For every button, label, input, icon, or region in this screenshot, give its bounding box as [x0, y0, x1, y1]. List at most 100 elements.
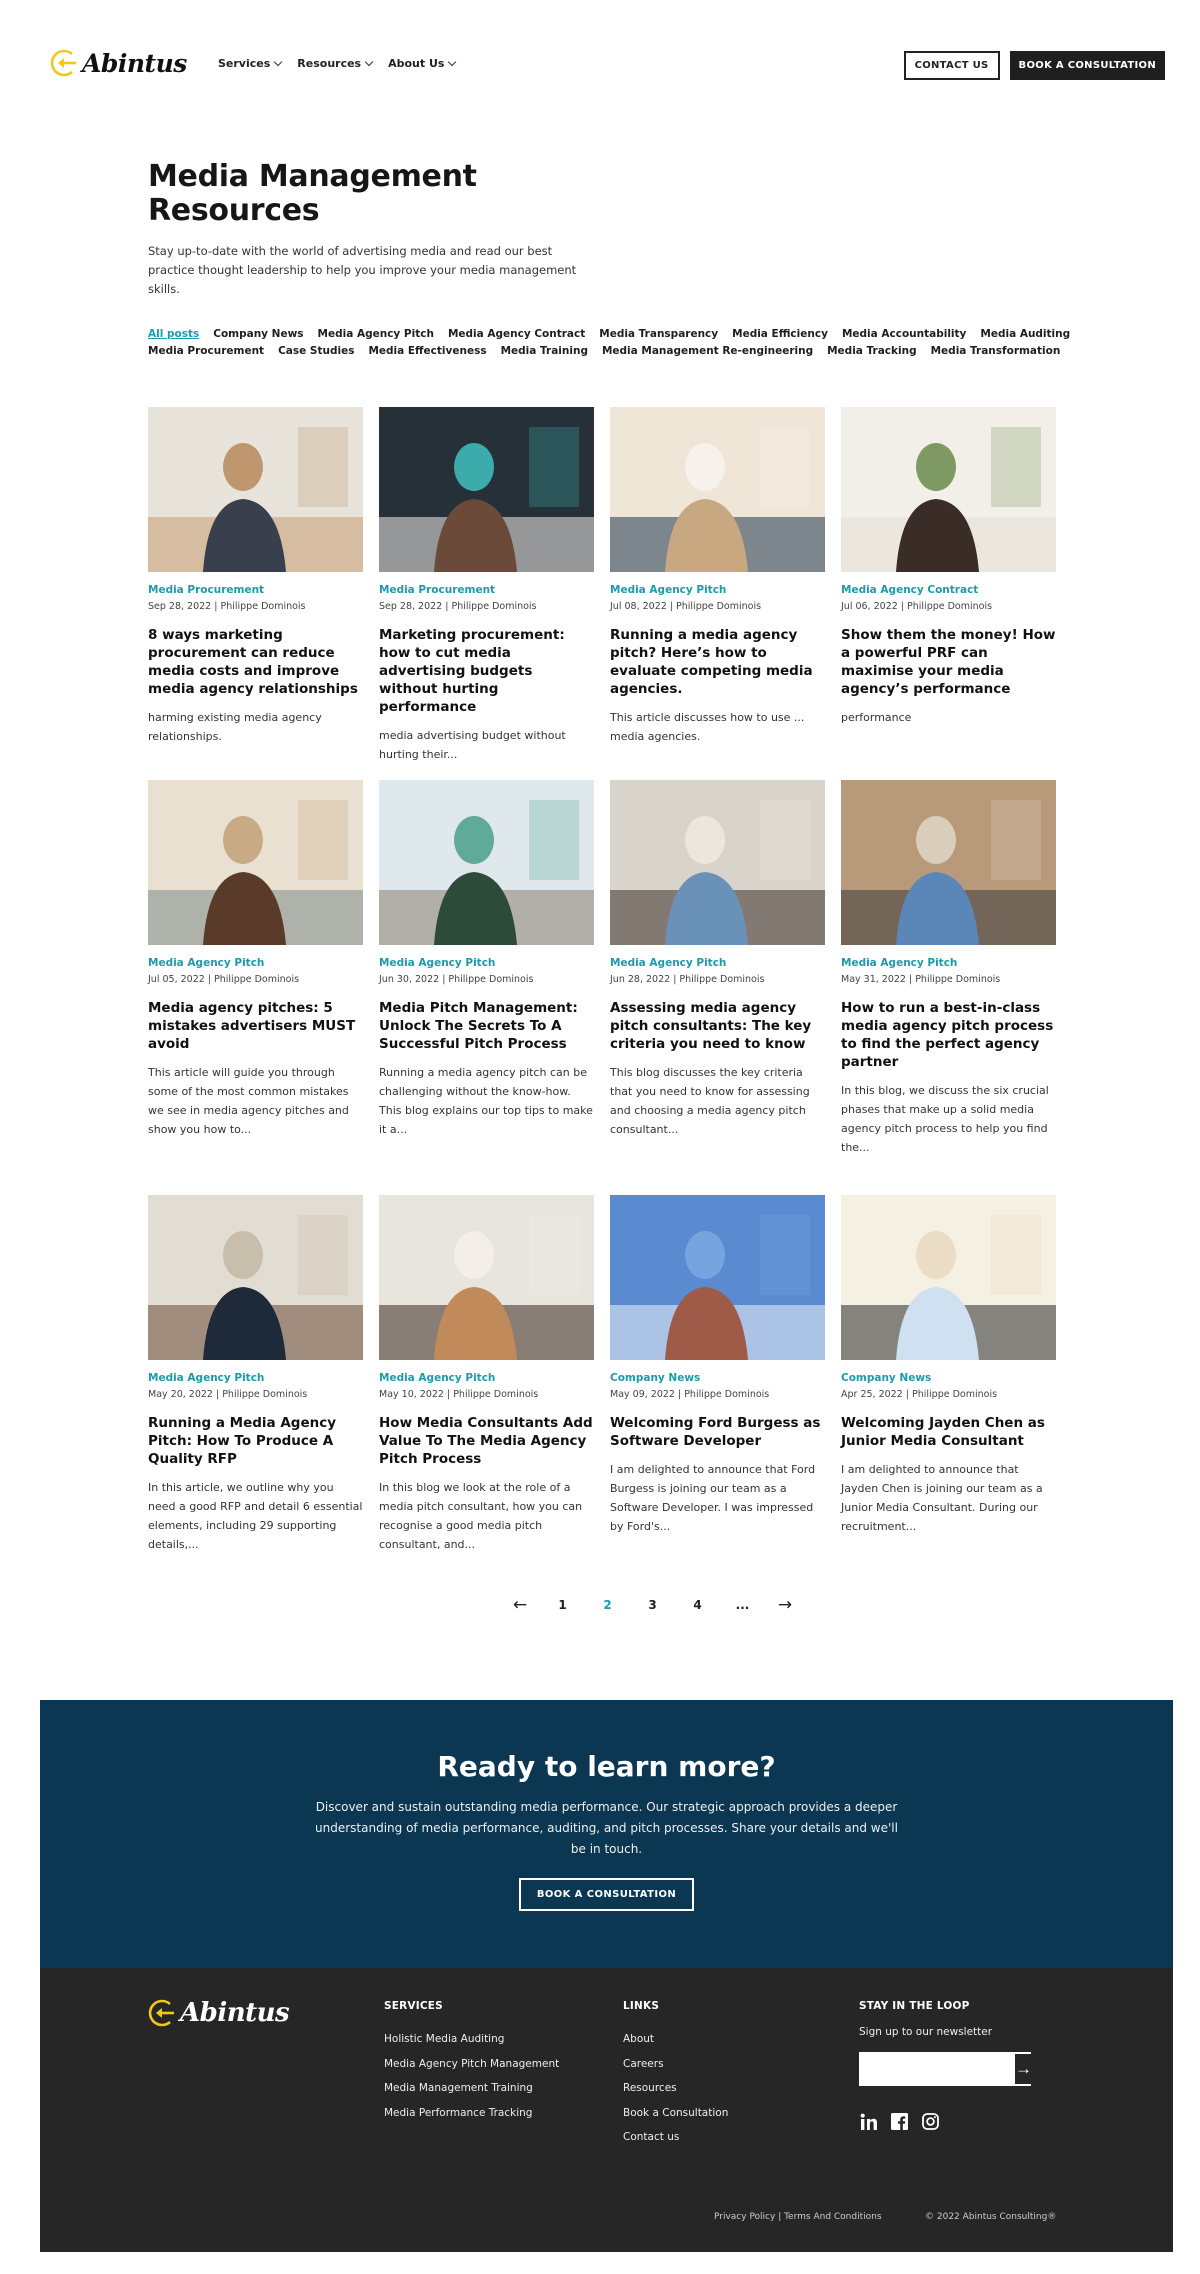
- post-meta: May 10, 2022 | Philippe Dominois: [379, 1389, 539, 1400]
- post-card[interactable]: Media Procurement Sep 28, 2022 | Philippe…: [379, 407, 594, 764]
- arrow-right-icon: →: [1015, 2059, 1032, 2078]
- post-category[interactable]: Media Agency Pitch: [379, 957, 594, 969]
- post-thumbnail-woman-at-laptop[interactable]: [379, 407, 594, 572]
- footer-service-link[interactable]: Media Agency Pitch Management: [384, 2052, 559, 2077]
- filter-media-tracking[interactable]: Media Tracking: [827, 344, 917, 359]
- footer-link[interactable]: Contact us: [623, 2125, 728, 2150]
- post-thumbnail-hands-on-tablets[interactable]: [610, 407, 825, 572]
- filter-media-auditing[interactable]: Media Auditing: [980, 327, 1070, 342]
- footer-service-link[interactable]: Holistic Media Auditing: [384, 2027, 559, 2052]
- cta-title: Ready to learn more?: [437, 1750, 776, 1783]
- post-title[interactable]: Welcoming Ford Burgess as Software Devel…: [610, 1414, 825, 1450]
- post-category[interactable]: Media Agency Pitch: [148, 1372, 363, 1384]
- nav-services[interactable]: Services: [218, 57, 283, 70]
- post-thumbnail-woman-typing-laptop[interactable]: [148, 1195, 363, 1360]
- filter-media-procurement[interactable]: Media Procurement: [148, 344, 264, 359]
- newsletter-email-input[interactable]: [861, 2054, 1015, 2084]
- newsletter-submit-button[interactable]: →: [1015, 2054, 1032, 2084]
- logo[interactable]: Abintus: [50, 48, 187, 78]
- post-title[interactable]: Welcoming Jayden Chen as Junior Media Co…: [841, 1414, 1056, 1450]
- footer-link[interactable]: About: [623, 2027, 728, 2052]
- cta-banner: Ready to learn more? Discover and sustai…: [40, 1700, 1173, 1968]
- legal-links[interactable]: Privacy Policy | Terms And Conditions: [714, 2212, 882, 2222]
- filter-media-training[interactable]: Media Training: [501, 344, 588, 359]
- footer-service-link[interactable]: Media Management Training: [384, 2076, 559, 2101]
- contact-us-button[interactable]: CONTACT US: [903, 51, 1000, 80]
- post-thumbnail-portrait-jayden-chen[interactable]: [841, 1195, 1056, 1360]
- post-title[interactable]: How Media Consultants Add Value To The M…: [379, 1414, 594, 1468]
- post-category[interactable]: Company News: [610, 1372, 825, 1384]
- footer-logo[interactable]: Abintus: [148, 1998, 290, 2028]
- post-title[interactable]: Media agency pitches: 5 mistakes adverti…: [148, 999, 363, 1053]
- post-category[interactable]: Media Agency Contract: [841, 584, 1056, 596]
- chevron-down-icon: [364, 57, 374, 67]
- post-card[interactable]: Company News Apr 25, 2022 | Philippe Domi…: [841, 1195, 1056, 1536]
- post-category[interactable]: Media Agency Pitch: [610, 957, 825, 969]
- post-thumbnail-office-team-discussion[interactable]: [379, 780, 594, 945]
- post-title[interactable]: Marketing procurement: how to cut media …: [379, 626, 594, 716]
- post-category[interactable]: Media Agency Pitch: [379, 1372, 594, 1384]
- footer-link[interactable]: Careers: [623, 2052, 728, 2077]
- post-category[interactable]: Media Procurement: [379, 584, 594, 596]
- footer-link[interactable]: Resources: [623, 2076, 728, 2101]
- filter-company-news[interactable]: Company News: [213, 327, 303, 342]
- post-title[interactable]: How to run a best-in-class media agency …: [841, 999, 1056, 1071]
- facebook-icon[interactable]: [890, 2112, 909, 2131]
- post-category[interactable]: Media Procurement: [148, 584, 363, 596]
- linkedin-icon[interactable]: [859, 2112, 878, 2131]
- nav-resources[interactable]: Resources: [297, 57, 374, 70]
- post-excerpt: This article will guide you through some…: [148, 1066, 349, 1136]
- filter-media-management-re-engineering[interactable]: Media Management Re-engineering: [602, 344, 813, 359]
- filter-media-efficiency[interactable]: Media Efficiency: [732, 327, 828, 342]
- post-card[interactable]: Media Agency Contract Jul 06, 2022 | Phil…: [841, 407, 1056, 727]
- next-page-arrow-icon[interactable]: →: [765, 1595, 805, 1615]
- filter-media-transformation[interactable]: Media Transformation: [931, 344, 1061, 359]
- post-category[interactable]: Media Agency Pitch: [148, 957, 363, 969]
- nav-about-us[interactable]: About Us: [388, 57, 457, 70]
- post-title[interactable]: Assessing media agency pitch consultants…: [610, 999, 825, 1053]
- prev-page-arrow-icon[interactable]: ←: [500, 1595, 540, 1615]
- post-thumbnail-consultant-meeting[interactable]: [379, 1195, 594, 1360]
- filter-media-effectiveness[interactable]: Media Effectiveness: [368, 344, 486, 359]
- post-card[interactable]: Media Agency Pitch May 31, 2022 | Philipp…: [841, 780, 1056, 1157]
- instagram-icon[interactable]: [921, 2112, 940, 2131]
- post-category[interactable]: Media Agency Pitch: [841, 957, 1056, 969]
- post-thumbnail-business-meeting-handshake[interactable]: [148, 407, 363, 572]
- page-4[interactable]: 4: [675, 1598, 720, 1612]
- post-title[interactable]: Media Pitch Management: Unlock The Secre…: [379, 999, 594, 1053]
- post-card[interactable]: Media Agency Pitch May 20, 2022 | Philipp…: [148, 1195, 363, 1554]
- post-thumbnail-woman-curly-hair[interactable]: [148, 780, 363, 945]
- post-title[interactable]: 8 ways marketing procurement can reduce …: [148, 626, 363, 698]
- post-card[interactable]: Company News May 09, 2022 | Philippe Domi…: [610, 1195, 825, 1536]
- post-card[interactable]: Media Agency Pitch Jul 08, 2022 | Philipp…: [610, 407, 825, 746]
- page-title-line2: Resources: [148, 193, 320, 228]
- filter-all-posts[interactable]: All posts: [148, 327, 199, 342]
- page-3[interactable]: 3: [630, 1598, 675, 1612]
- post-card[interactable]: Media Agency Pitch Jul 05, 2022 | Philipp…: [148, 780, 363, 1139]
- post-thumbnail-handshake-smiling-man[interactable]: [841, 780, 1056, 945]
- filter-media-accountability[interactable]: Media Accountability: [842, 327, 966, 342]
- post-card[interactable]: Media Agency Pitch Jun 30, 2022 | Philipp…: [379, 780, 594, 1139]
- post-thumbnail-colleagues-smiling-at-laptop[interactable]: [610, 780, 825, 945]
- page-1[interactable]: 1: [540, 1598, 585, 1612]
- footer-service-link[interactable]: Media Performance Tracking: [384, 2101, 559, 2126]
- book-consultation-button[interactable]: BOOK A CONSULTATION: [1009, 51, 1165, 80]
- post-category[interactable]: Company News: [841, 1372, 1056, 1384]
- footer-link[interactable]: Book a Consultation: [623, 2101, 728, 2126]
- post-card[interactable]: Media Procurement Sep 28, 2022 | Philippe…: [148, 407, 363, 746]
- cta-book-consultation-button[interactable]: BOOK A CONSULTATION: [518, 1878, 695, 1911]
- post-category[interactable]: Media Agency Pitch: [610, 584, 825, 596]
- post-title[interactable]: Running a Media Agency Pitch: How To Pro…: [148, 1414, 363, 1468]
- post-thumbnail-portrait-ford-burgess[interactable]: [610, 1195, 825, 1360]
- filter-media-transparency[interactable]: Media Transparency: [599, 327, 718, 342]
- filter-media-agency-pitch[interactable]: Media Agency Pitch: [318, 327, 434, 342]
- post-meta: Jun 30, 2022 | Philippe Dominois: [379, 974, 534, 985]
- page-2-current[interactable]: 2: [585, 1598, 630, 1612]
- filter-case-studies[interactable]: Case Studies: [278, 344, 354, 359]
- post-title[interactable]: Running a media agency pitch? Here’s how…: [610, 626, 825, 698]
- filter-media-agency-contract[interactable]: Media Agency Contract: [448, 327, 585, 342]
- post-thumbnail-woman-reading-documents[interactable]: [841, 407, 1056, 572]
- post-card[interactable]: Media Agency Pitch Jun 28, 2022 | Philipp…: [610, 780, 825, 1139]
- post-card[interactable]: Media Agency Pitch May 10, 2022 | Philipp…: [379, 1195, 594, 1554]
- post-title[interactable]: Show them the money! How a powerful PRF …: [841, 626, 1056, 698]
